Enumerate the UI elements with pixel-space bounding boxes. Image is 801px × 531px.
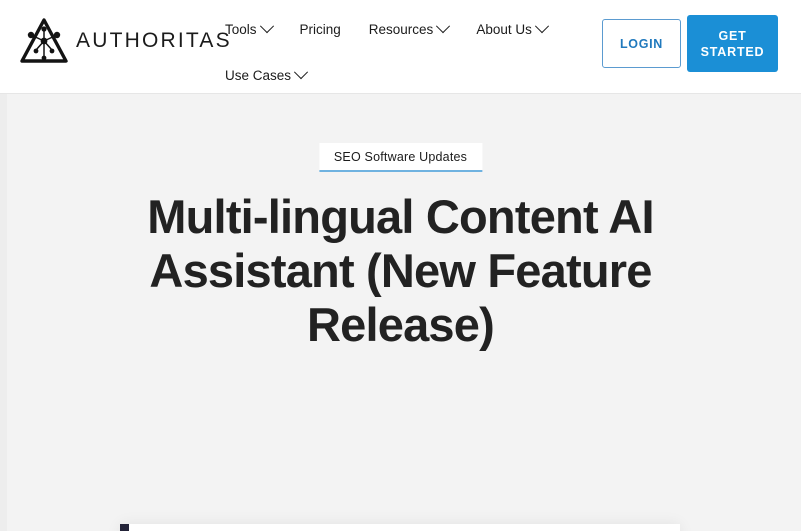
nav-item-resources[interactable]: Resources <box>368 19 451 37</box>
nav-item-label: Resources <box>368 21 434 37</box>
nav-item-label: Tools <box>225 21 257 37</box>
main-navigation: Tools Pricing Resources About Us Use Cas… <box>225 14 555 90</box>
nav-item-label: About Us <box>476 21 532 37</box>
chevron-down-icon <box>259 19 274 34</box>
logo-text: AUTHORITAS <box>76 29 232 52</box>
nav-item-label: Use Cases <box>225 67 292 83</box>
chevron-down-icon <box>436 19 451 34</box>
app-left-sidebar <box>120 524 129 531</box>
authoritas-triangle-logo-icon <box>20 18 68 63</box>
logo[interactable]: AUTHORITAS <box>18 17 232 65</box>
nav-item-about-us[interactable]: About Us <box>476 19 549 37</box>
site-header: AUTHORITAS Tools Pricing Resources About… <box>0 0 801 94</box>
login-button[interactable]: LOGIN <box>602 19 681 68</box>
nav-item-label: Pricing <box>299 21 341 37</box>
chevron-down-icon <box>293 65 309 80</box>
app-screenshot-preview: 1-authoritas.ai www.authoritas.com <box>120 524 680 531</box>
nav-row-primary: Tools Pricing Resources About Us <box>225 14 555 44</box>
app-topbar: 1-authoritas.ai www.authoritas.com <box>129 524 680 531</box>
get-started-button[interactable]: GET STARTED <box>687 15 778 72</box>
chevron-down-icon <box>534 19 549 34</box>
category-badge[interactable]: SEO Software Updates <box>318 143 483 172</box>
nav-item-pricing[interactable]: Pricing <box>300 22 341 37</box>
nav-item-tools[interactable]: Tools <box>225 19 274 37</box>
page-title: Multi-lingual Content AI Assistant (New … <box>147 190 654 351</box>
app-body: 1-authoritas.ai www.authoritas.com <box>129 524 680 531</box>
nav-item-use-cases[interactable]: Use Cases <box>225 65 309 83</box>
nav-row-secondary: Use Cases <box>225 60 555 90</box>
hero-section: SEO Software Updates Multi-lingual Conte… <box>0 94 801 531</box>
